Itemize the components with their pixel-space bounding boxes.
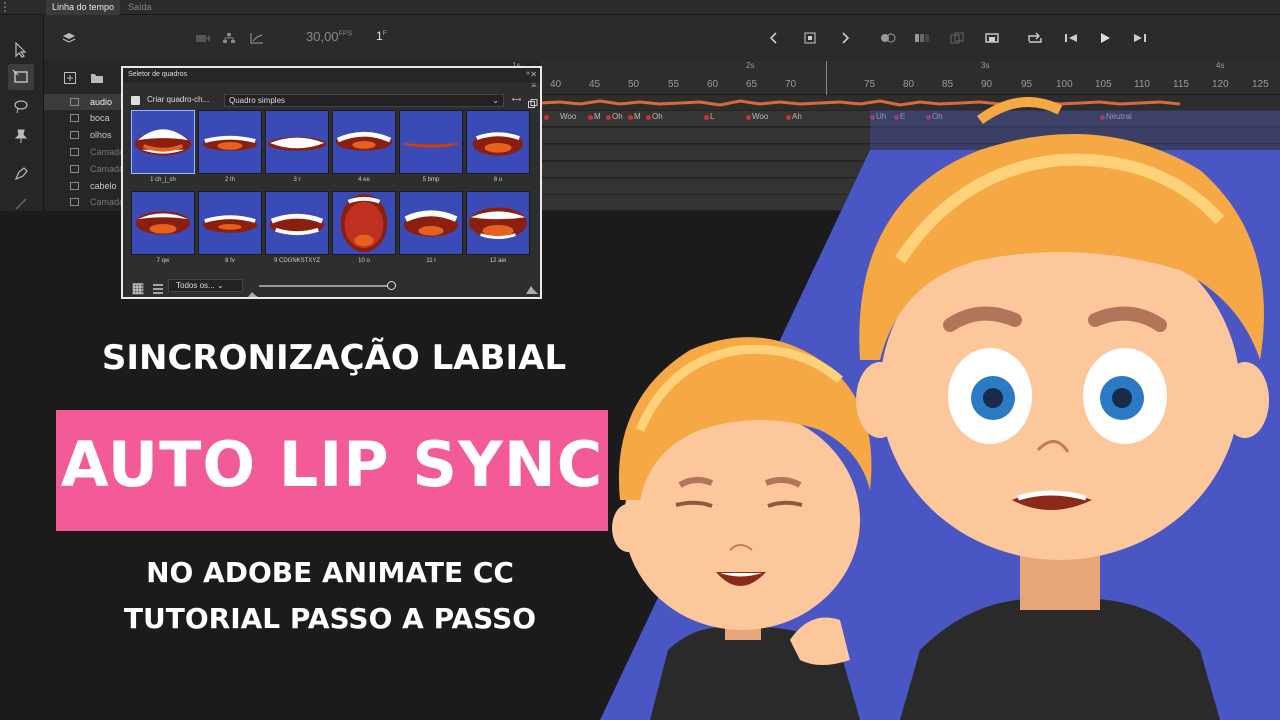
mouth-thumbnail[interactable] (332, 191, 396, 255)
mouth-thumbnail-label: 4 ee (358, 177, 370, 183)
loop-mode-select[interactable]: Quadro simples ⌄ (224, 94, 504, 107)
panel-menu-icon[interactable]: ≡ (531, 81, 536, 90)
mouth-thumbnail[interactable] (466, 191, 530, 255)
mouth-thumbnail-label: 8 fv (225, 258, 235, 264)
subtitle-line-1: NO ADOBE ANIMATE CC (146, 556, 514, 589)
mouth-shape-icon (202, 135, 258, 151)
mouth-shape-icon (472, 132, 524, 156)
mouth-shape-icon (335, 131, 393, 151)
create-keyframe-label: Criar quadro-ch... (147, 95, 210, 104)
mouth-shape-icon (340, 193, 388, 253)
mouth-thumbnail-label: 1 ch_j_sh (150, 177, 176, 183)
mouth-shape-icon (267, 137, 327, 151)
subtitle-line-2: TUTORIAL PASSO A PASSO (123, 602, 537, 635)
mouth-shape-icon (403, 142, 459, 148)
mouth-shape-icon (134, 129, 192, 156)
mouth-shape-icon (269, 213, 325, 236)
mouth-thumbnail[interactable] (265, 191, 329, 255)
small-boy-illustration (612, 337, 872, 720)
mouth-thumbnail[interactable] (399, 110, 463, 174)
mouth-shape-icon (403, 210, 459, 237)
frame-picker-title: Seletor de quadros (123, 68, 540, 82)
frame-picker-footer: Todos os... ⌄ (123, 276, 540, 297)
big-boy-illustration (856, 97, 1269, 720)
title-line-top: SINCRONIZAÇÃO LABIAL (101, 338, 567, 378)
link-icon[interactable]: •⊸ (512, 95, 522, 104)
mouth-thumbnail[interactable] (198, 110, 262, 174)
mouth-thumbnail[interactable] (198, 191, 262, 255)
mouth-thumbnail-label: 3 r (293, 177, 301, 183)
frame-picker-panel[interactable]: Seletor de quadros « ✕ ≡ Criar quadro-ch… (121, 66, 542, 299)
thumbnail-size-slider-handle[interactable] (387, 281, 396, 290)
mouth-thumbnail[interactable] (131, 191, 195, 255)
frame-picker-toolbar: Criar quadro-ch... Quadro simples ⌄ •⊸ (123, 93, 540, 109)
mouth-thumbnail-label: 7 qw (156, 258, 170, 264)
grid-view-icon[interactable] (132, 280, 144, 299)
mouth-shape-icon (135, 211, 191, 235)
mouth-thumbnail[interactable] (466, 110, 530, 174)
title-main: AUTO LIP SYNC (60, 428, 604, 501)
mouth-shape-icon (468, 207, 528, 239)
filter-select[interactable]: Todos os... ⌄ (168, 279, 243, 292)
chevron-down-icon: ⌄ (492, 96, 499, 105)
mouth-thumbnail-label: 5 bmp (422, 177, 440, 183)
mouth-thumbnail-label: 11 l (426, 258, 436, 264)
mouth-thumbnail[interactable] (332, 110, 396, 174)
mouth-thumbnail-label: 12 aei (489, 258, 507, 264)
small-mountain-icon (248, 282, 258, 301)
mouth-thumbnail-label: 9 CDGNKSTXYZ (273, 258, 320, 264)
mouth-thumbnail-label: 10 o (358, 258, 370, 264)
thumbnail-size-slider-track[interactable] (259, 285, 393, 287)
mouth-thumbnail[interactable] (399, 191, 463, 255)
cartoon-characters (612, 97, 1269, 720)
mouth-thumbnail-label: 2 th (224, 177, 235, 183)
create-keyframe-checkbox[interactable] (131, 96, 140, 105)
mouth-thumbnail-label: 6 u (493, 177, 503, 183)
large-mountain-icon (526, 279, 538, 298)
mouth-thumbnail[interactable] (265, 110, 329, 174)
mouth-thumbnail[interactable] (131, 110, 195, 174)
list-view-icon[interactable] (152, 280, 164, 299)
mouth-shape-icon (202, 215, 258, 233)
close-icon[interactable]: ✕ (530, 70, 537, 79)
